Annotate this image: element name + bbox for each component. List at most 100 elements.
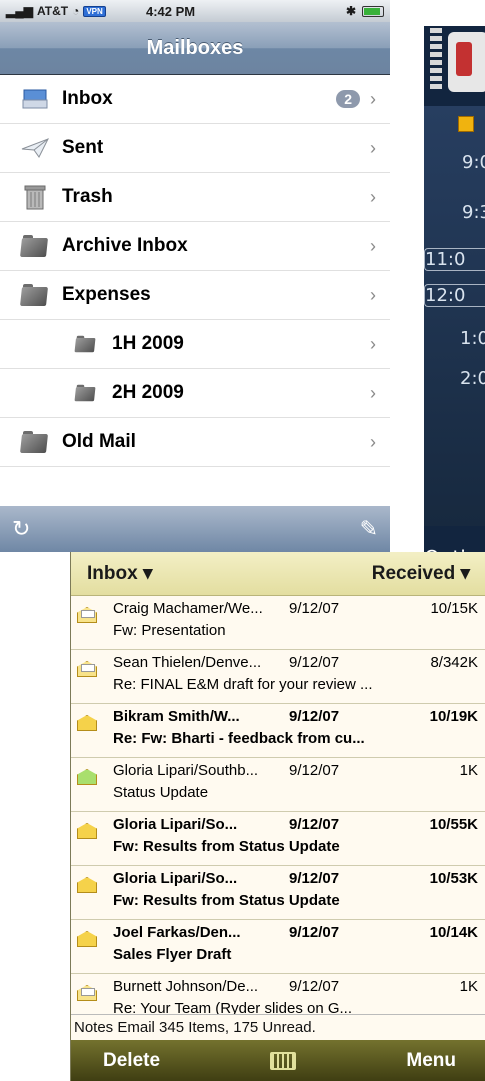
- folder-icon: [20, 233, 50, 259]
- status-line: Notes Email 345 Items, 175 Unread.: [71, 1014, 485, 1040]
- message-sender: Gloria Lipari/Southb...: [113, 762, 259, 779]
- chevron-right-icon: ›: [370, 88, 376, 109]
- inbox-tray-icon: [20, 86, 50, 112]
- mailbox-row[interactable]: 2H 2009 ›: [0, 369, 390, 418]
- message-date: 9/12/07: [289, 816, 340, 833]
- envelope-unread-icon: [77, 931, 97, 947]
- paper-plane-icon: [20, 135, 50, 161]
- keyboard-icon[interactable]: [270, 1051, 297, 1070]
- mailbox-label: Old Mail: [62, 431, 136, 452]
- chevron-right-icon: ›: [370, 333, 376, 354]
- message-size: 1K: [459, 978, 478, 995]
- vpn-badge: VPN: [83, 5, 106, 17]
- mailbox-row[interactable]: Trash ›: [0, 173, 390, 222]
- message-date: 9/12/07: [289, 870, 340, 887]
- iphone-mailboxes-screen: ▂▄▆ AT&T ◔ VPN 4:42 PM ✱ Mailboxes Inbox…: [0, 0, 390, 552]
- envelope-open-icon: [77, 607, 97, 623]
- mailbox-label: 1H 2009: [112, 333, 184, 354]
- message-row[interactable]: Bikram Smith/W... 9/12/07 10/19K Re: Fw: Bh…: [71, 704, 485, 758]
- chevron-right-icon: ›: [370, 382, 376, 403]
- time-slot-label[interactable]: 9:3: [424, 202, 485, 223]
- wifi-icon: ◔: [72, 4, 80, 18]
- message-sender: Gloria Lipari/So...: [113, 816, 238, 833]
- mailbox-label: Archive Inbox: [62, 235, 188, 256]
- message-size: 1K: [459, 762, 478, 779]
- battery-icon: [362, 5, 384, 17]
- time-slot-label[interactable]: 2:0: [424, 368, 485, 389]
- message-subject: Sales Flyer Draft: [113, 946, 232, 963]
- sort-dropdown[interactable]: Received ▾: [372, 562, 470, 585]
- message-sender: Burnett Johnson/De...: [113, 978, 259, 995]
- compose-icon[interactable]: ✎: [360, 516, 378, 542]
- inbox-header: Inbox ▾ Received ▾: [71, 552, 485, 596]
- message-subject: Re: Fw: Bharti - feedback from cu...: [113, 730, 365, 747]
- message-sender: Sean Thielen/Denve...: [113, 654, 262, 671]
- signal-icon: ▂▄▆: [6, 4, 33, 18]
- time-slot-label[interactable]: 11:0: [424, 248, 485, 271]
- message-size: 10/55K: [429, 816, 478, 833]
- message-sender: Joel Farkas/Den...: [113, 924, 241, 941]
- nokia-calendar-screen: 9:09:311:012:01:02:0 Optic: [424, 26, 485, 570]
- calendar-day-view: 9:0 9:3 11:0 12:0 1:0 2:0: [424, 106, 485, 526]
- folder-icon: [20, 429, 50, 455]
- calendar-entry-icon: [458, 116, 474, 132]
- message-subject: Fw: Presentation: [113, 622, 226, 639]
- navigation-bar: Mailboxes: [0, 22, 390, 75]
- chevron-right-icon: ›: [370, 431, 376, 452]
- message-subject: Fw: Results from Status Update: [113, 838, 340, 855]
- message-row[interactable]: Gloria Lipari/Southb... 9/12/07 1K Status U…: [71, 758, 485, 812]
- message-date: 9/12/07: [289, 924, 340, 941]
- app-icon: [448, 32, 485, 92]
- mailbox-label: Expenses: [62, 284, 151, 305]
- trash-can-icon: [20, 184, 50, 210]
- mailbox-row[interactable]: Sent ›: [0, 124, 390, 173]
- bluetooth-icon: ✱: [345, 4, 356, 18]
- envelope-replied-icon: [77, 769, 97, 785]
- envelope-open-icon: [77, 661, 97, 677]
- page-title: Mailboxes: [146, 36, 244, 59]
- menu-softkey[interactable]: Menu: [406, 1050, 456, 1072]
- message-size: 10/53K: [429, 870, 478, 887]
- message-date: 9/12/07: [289, 978, 340, 995]
- message-row[interactable]: Craig Machamer/We... 9/12/07 10/15K Fw: Pre…: [71, 596, 485, 650]
- folder-dropdown[interactable]: Inbox ▾: [87, 562, 152, 585]
- message-subject: Status Update: [113, 784, 209, 801]
- time-slot-label[interactable]: 9:0: [424, 152, 485, 173]
- mailbox-row[interactable]: Old Mail ›: [0, 418, 390, 467]
- message-row[interactable]: Sean Thielen/Denve... 9/12/07 8/342K Re: FI…: [71, 650, 485, 704]
- message-row[interactable]: Gloria Lipari/So... 9/12/07 10/55K Fw: Resu…: [71, 812, 485, 866]
- softkey-bar: Delete Menu: [71, 1040, 485, 1081]
- delete-softkey[interactable]: Delete: [103, 1050, 160, 1072]
- mailbox-label: 2H 2009: [112, 382, 184, 403]
- chevron-right-icon: ›: [370, 186, 376, 207]
- carrier-label: AT&T: [36, 4, 69, 18]
- mailbox-row[interactable]: Expenses ›: [0, 271, 390, 320]
- mailbox-list: Inbox 2 › Sent › Trash › Archive Inbox › Expenses…: [0, 75, 390, 467]
- signal-strength-icon: [430, 28, 442, 96]
- message-sender: Gloria Lipari/So...: [113, 870, 238, 887]
- message-row[interactable]: Gloria Lipari/So... 9/12/07 10/53K Fw: Resu…: [71, 866, 485, 920]
- mailbox-row[interactable]: Archive Inbox ›: [0, 222, 390, 271]
- mailbox-row[interactable]: Inbox 2 ›: [0, 75, 390, 124]
- mailbox-label: Inbox: [62, 88, 113, 109]
- message-size: 10/15K: [430, 600, 478, 617]
- message-date: 9/12/07: [289, 762, 340, 779]
- message-sender: Craig Machamer/We...: [113, 600, 263, 617]
- folder-icon: [72, 331, 98, 357]
- chevron-right-icon: ›: [370, 235, 376, 256]
- time-slot-label[interactable]: 12:0: [424, 284, 485, 307]
- refresh-icon[interactable]: ↻: [12, 516, 30, 542]
- message-size: 10/14K: [429, 924, 478, 941]
- message-row[interactable]: Joel Farkas/Den... 9/12/07 10/14K Sales Fly…: [71, 920, 485, 974]
- unread-count-badge: 2: [336, 90, 360, 108]
- envelope-unread-icon: [77, 823, 97, 839]
- message-size: 8/342K: [430, 654, 478, 671]
- chevron-right-icon: ›: [370, 284, 376, 305]
- message-date: 9/12/07: [289, 708, 340, 725]
- message-date: 9/12/07: [289, 600, 340, 617]
- mailbox-row[interactable]: 1H 2009 ›: [0, 320, 390, 369]
- time-slot-label[interactable]: 1:0: [424, 328, 485, 349]
- message-subject: Fw: Results from Status Update: [113, 892, 340, 909]
- message-size: 10/19K: [429, 708, 478, 725]
- status-bar: ▂▄▆ AT&T ◔ VPN 4:42 PM ✱: [0, 0, 390, 22]
